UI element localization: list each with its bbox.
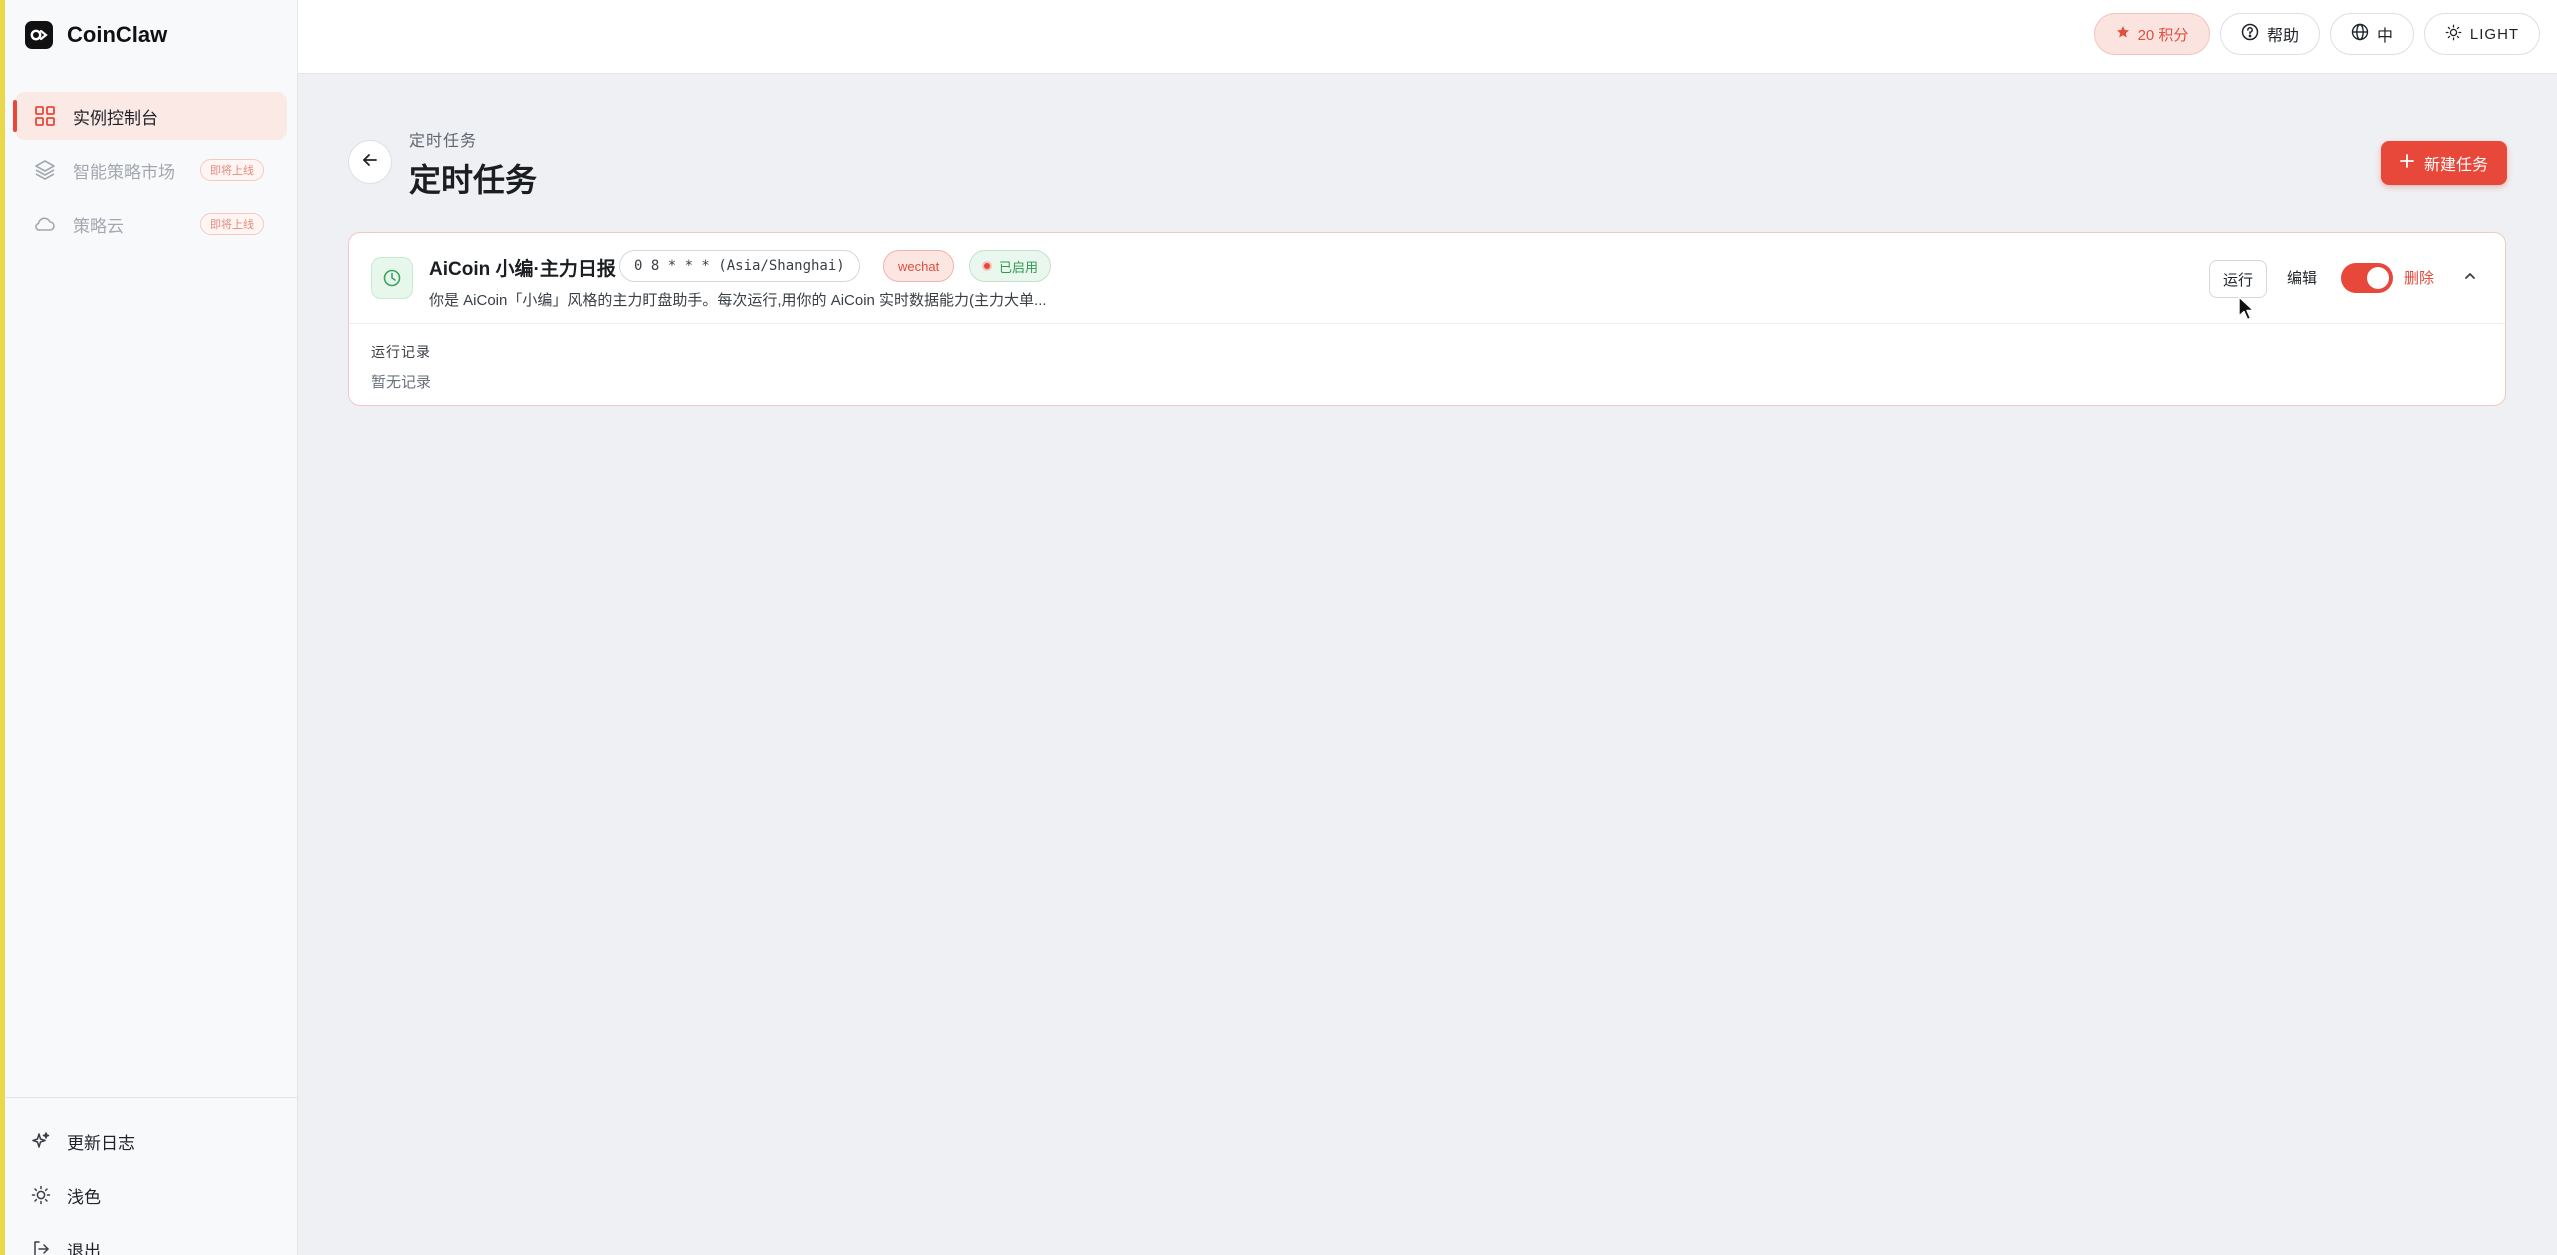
coming-soon-badge: 即将上线 <box>200 159 264 181</box>
sidebar-footer: 更新日志 浅色 退出 <box>5 1097 298 1255</box>
coming-soon-badge: 即将上线 <box>200 213 264 235</box>
run-button[interactable]: 运行 <box>2209 260 2267 298</box>
grid-icon <box>33 104 57 128</box>
changelog-link[interactable]: 更新日志 <box>5 1114 298 1168</box>
changelog-label: 更新日志 <box>67 1133 135 1153</box>
sidebar-item-label: 智能策略市场 <box>73 162 175 182</box>
sidebar-nav: 实例控制台 智能策略市场 即将上线 策略云 即将上线 <box>13 92 287 254</box>
app-name: CoinClaw <box>67 22 168 47</box>
sidebar-item-instance-console[interactable]: 实例控制台 <box>13 92 287 140</box>
toggle-knob <box>2367 267 2389 289</box>
breadcrumb: 定时任务 <box>409 133 478 150</box>
collapse-button[interactable] <box>2459 267 2481 289</box>
status-dot-icon <box>982 261 992 271</box>
new-task-label: 新建任务 <box>2423 157 2488 174</box>
layers-icon <box>33 158 57 182</box>
theme-label: LIGHT <box>2469 25 2520 43</box>
logout-icon <box>29 1237 53 1255</box>
top-bar: 20 积分 帮助 中 LIGHT <box>298 0 2557 74</box>
task-name: AiCoin 小编·主力日报 <box>429 259 616 280</box>
sun-icon <box>2445 24 2462 45</box>
sidebar-item-label: 实例控制台 <box>73 108 158 128</box>
enable-toggle[interactable] <box>2341 263 2393 293</box>
chevron-up-icon <box>2463 269 2477 288</box>
sidebar-item-label: 策略云 <box>73 216 124 236</box>
cloud-icon <box>33 212 57 236</box>
logout-link[interactable]: 退出 <box>5 1222 298 1255</box>
sidebar-item-strategy-market[interactable]: 智能策略市场 即将上线 <box>15 146 287 194</box>
brand[interactable]: CoinClaw <box>25 20 167 50</box>
logout-label: 退出 <box>67 1241 101 1255</box>
theme-toggle-link[interactable]: 浅色 <box>5 1168 298 1222</box>
status-badge: 已启用 <box>969 250 1052 282</box>
run-history-empty: 暂无记录 <box>371 374 432 391</box>
sun-icon <box>29 1183 53 1207</box>
channel-badge: wechat <box>883 250 955 282</box>
status-label: 已启用 <box>999 259 1039 275</box>
points-label: 20 积分 <box>2137 26 2189 44</box>
back-button[interactable] <box>348 140 392 184</box>
help-label: 帮助 <box>2266 28 2299 45</box>
star-icon <box>2116 25 2130 43</box>
sidebar-item-strategy-cloud[interactable]: 策略云 即将上线 <box>15 200 287 248</box>
help-button[interactable]: 帮助 <box>2220 13 2320 55</box>
globe-icon <box>2351 23 2369 46</box>
language-label: 中 <box>2376 28 2393 45</box>
language-button[interactable]: 中 <box>2330 13 2414 55</box>
task-header[interactable]: AiCoin 小编·主力日报 0 8 * * * (Asia/Shanghai)… <box>349 233 2505 324</box>
task-description: 你是 AiCoin「小编」风格的主力盯盘助手。每次运行,用你的 AiCoin 实… <box>429 292 1047 309</box>
cron-expression-badge: 0 8 * * * (Asia/Shanghai) <box>619 250 860 282</box>
theme-label: 浅色 <box>67 1187 101 1207</box>
clock-icon <box>371 257 413 299</box>
delete-button[interactable]: 删除 <box>2404 267 2434 288</box>
theme-button[interactable]: LIGHT <box>2424 13 2540 55</box>
page-title: 定时任务 <box>409 162 538 198</box>
arrow-left-icon <box>361 151 379 174</box>
coinclaw-logo-icon <box>25 21 53 49</box>
points-button[interactable]: 20 积分 <box>2094 13 2210 55</box>
sidebar: CoinClaw 实例控制台 智能策略市场 即将上线 策略云 即将上线 更新日志… <box>5 0 298 1255</box>
sparkle-icon <box>29 1129 53 1153</box>
mouse-cursor-icon <box>2238 296 2256 327</box>
run-history-title: 运行记录 <box>371 344 431 360</box>
plus-icon <box>2400 153 2414 173</box>
help-circle-icon <box>2241 23 2259 46</box>
edit-button[interactable]: 编辑 <box>2287 267 2317 288</box>
new-task-button[interactable]: 新建任务 <box>2381 141 2507 185</box>
task-card: AiCoin 小编·主力日报 0 8 * * * (Asia/Shanghai)… <box>348 232 2506 406</box>
